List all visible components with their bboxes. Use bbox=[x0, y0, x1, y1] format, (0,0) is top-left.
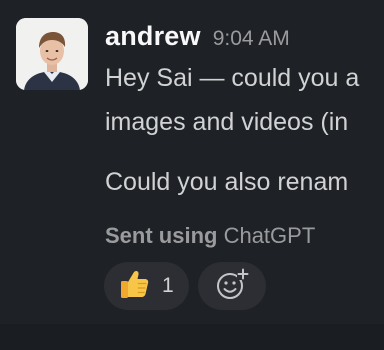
message-text-line: Could you also renam bbox=[105, 168, 349, 196]
message-item[interactable]: andrew 9:04 AM Hey Sai — could you a imag… bbox=[0, 0, 384, 324]
reaction-thumbs-up[interactable]: 1 bbox=[104, 262, 189, 310]
message-text-line: images and videos (in bbox=[105, 108, 349, 136]
thumbs-up-icon bbox=[118, 267, 152, 306]
message-header: andrew 9:04 AM bbox=[105, 18, 290, 59]
avatar-photo-icon bbox=[16, 18, 88, 90]
sent-using-footer: Sent using ChatGPT bbox=[105, 221, 315, 251]
avatar[interactable] bbox=[16, 18, 88, 90]
message-text-line: Hey Sai — could you a bbox=[105, 64, 360, 92]
slack-message-view: andrew 9:04 AM Hey Sai — could you a imag… bbox=[0, 0, 384, 350]
timestamp[interactable]: 9:04 AM bbox=[213, 27, 290, 50]
sent-using-app: ChatGPT bbox=[223, 223, 316, 248]
reaction-count: 1 bbox=[162, 274, 174, 297]
bottom-spacer bbox=[0, 324, 384, 350]
add-emoji-icon bbox=[214, 266, 250, 307]
author-name[interactable]: andrew bbox=[105, 21, 201, 51]
add-reaction-button[interactable] bbox=[198, 262, 266, 310]
sent-using-label: Sent using bbox=[105, 223, 218, 248]
